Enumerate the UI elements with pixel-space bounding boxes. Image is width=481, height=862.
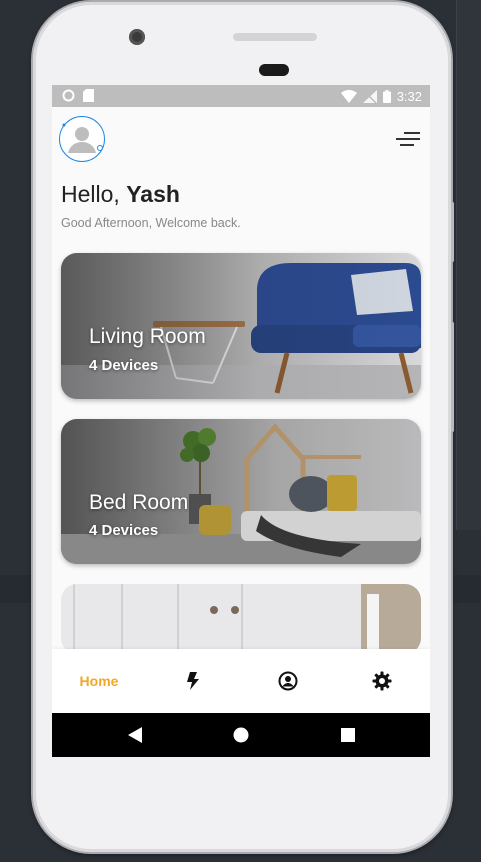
battery-icon [382,90,391,103]
recents-icon[interactable] [341,728,355,742]
room-name: Bed Room [89,491,189,514]
user-name: Yash [126,181,180,207]
sd-card-icon [83,89,94,102]
status-bar: 3:32 [52,85,430,107]
front-camera [129,29,145,45]
nav-profile-tab[interactable] [241,649,335,713]
greeting-subtitle: Good Afternoon, Welcome back. [61,216,241,230]
nav-home-label: Home [79,673,119,689]
back-icon[interactable] [128,727,142,743]
user-avatar-icon [62,123,103,153]
bolt-icon [187,672,199,690]
room-device-count: 4 Devices [89,522,159,539]
nav-home-tab[interactable]: Home [52,649,146,713]
room-image [61,584,421,654]
nav-devices-tab[interactable] [146,649,240,713]
earpiece-speaker [233,33,317,41]
proximity-sensor [259,64,289,76]
nav-settings-tab[interactable] [335,649,429,713]
bottom-navigation: Home [52,649,430,713]
profile-icon [278,671,298,691]
power-button [451,322,454,432]
home-icon[interactable] [233,727,249,743]
system-navigation-bar [52,713,430,757]
greeting-title: Hello, Yash [61,181,180,208]
settings-icon [372,671,392,691]
room-card-living-room[interactable]: Living Room 4 Devices [61,253,421,399]
status-time: 3:32 [396,89,422,104]
room-name: Living Room [89,325,206,348]
room-device-count: 4 Devices [89,357,159,374]
avatar[interactable] [59,116,105,162]
room-card-bed-room[interactable]: Bed Room 4 Devices [61,419,421,564]
sync-icon [62,89,75,102]
app-screen: 3:32 Hello, Yash Good Afternoon, Welcome… [52,85,430,757]
signal-icon [362,90,377,103]
volume-button [451,202,454,262]
menu-icon[interactable] [396,131,420,147]
greeting-prefix: Hello, [61,181,127,207]
room-card-partial[interactable] [61,584,421,654]
background-panel [456,0,481,530]
wifi-icon [340,90,357,103]
